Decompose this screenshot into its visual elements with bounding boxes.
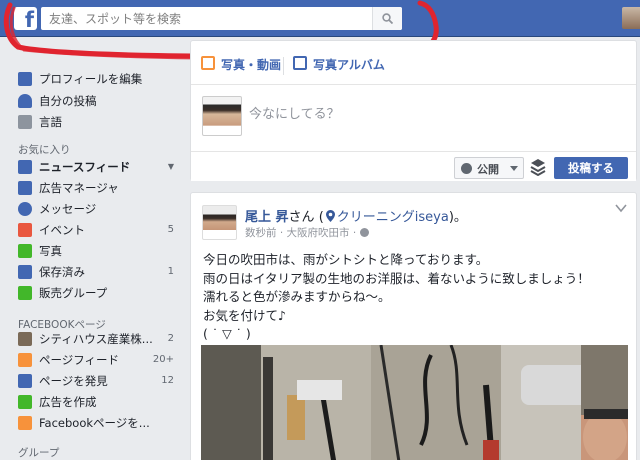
left-sidebar: プロフィールを編集 自分の投稿 言語 お気に入り ニュースフィード ▼ 広告マネ…	[0, 37, 183, 460]
sidebar-item-city-house[interactable]: シティハウス産業株... 2	[18, 329, 178, 349]
album-icon	[293, 56, 307, 70]
sidebar-item-label: ページを発見	[39, 374, 108, 388]
author-honorific: さん	[288, 210, 315, 225]
top-navigation-bar: f	[0, 0, 640, 37]
sidebar-item-label: ページフィード	[39, 353, 120, 367]
sidebar-item-create-page[interactable]: Facebookページを...	[18, 413, 178, 433]
sidebar-item-label: 写真	[39, 244, 62, 258]
sidebar-item-saved[interactable]: 保存済み 1	[18, 262, 178, 282]
sidebar-item-label: 言語	[39, 115, 62, 129]
author-line-suffix: 。	[453, 210, 467, 225]
bookmark-icon	[18, 265, 32, 279]
sidebar-item-label: シティハウス産業株...	[39, 332, 153, 346]
search-icon	[382, 13, 393, 24]
calendar-icon	[18, 223, 32, 237]
author-avatar[interactable]	[202, 205, 237, 240]
sidebar-item-label: 保存済み	[39, 265, 85, 279]
post-options-chevron-icon[interactable]	[615, 203, 627, 213]
page-count: 2	[167, 333, 174, 344]
search-box	[41, 7, 402, 30]
photo-scene	[201, 345, 628, 460]
privacy-selector-button[interactable]: 公開	[454, 157, 524, 179]
post-text-line: ( ˙ ▽ ˙ )	[203, 326, 251, 341]
sidebar-item-label: 自分の投稿	[39, 94, 97, 108]
sidebar-item-sale-groups[interactable]: 販売グループ	[18, 283, 178, 303]
tag-icon	[18, 286, 32, 300]
sidebar-item-label: プロフィールを編集	[39, 72, 143, 86]
favorites-heading: お気に入り	[18, 144, 71, 156]
sidebar-item-photos[interactable]: 写真	[18, 241, 178, 261]
sidebar-item-label: イベント	[39, 223, 85, 237]
chevron-down-icon	[510, 166, 518, 171]
thumbs-up-icon	[18, 374, 32, 388]
post-text-line: お気を付けて♪	[203, 307, 286, 323]
sidebar-item-label: メッセージ	[39, 202, 97, 216]
sidebar-item-pages-feed[interactable]: ページフィード 20+	[18, 350, 178, 370]
composer-tabs: 写真・動画 写真アルバム	[191, 41, 636, 85]
sidebar-item-label: 広告を作成	[39, 395, 97, 409]
person-icon	[18, 94, 32, 108]
sidebar-item-events[interactable]: イベント 5	[18, 220, 178, 240]
post-timestamp-location[interactable]: 数秒前 · 大阪府吹田市 ·	[245, 227, 360, 239]
sidebar-item-my-posts[interactable]: 自分の投稿	[18, 91, 178, 111]
sidebar-item-edit-profile[interactable]: プロフィールを編集	[18, 69, 178, 89]
page-icon	[18, 332, 32, 346]
tab-separator	[283, 57, 284, 75]
ads-manager-icon	[18, 181, 32, 195]
place-link[interactable]: クリーニングiseya	[337, 210, 449, 225]
sidebar-item-label: ニュースフィード	[39, 160, 131, 174]
megaphone-icon	[18, 353, 32, 367]
sidebar-item-create-ad[interactable]: 広告を作成	[18, 392, 178, 412]
post-text-line: 濡れると色が滲みますからね〜。	[203, 289, 391, 304]
sidebar-item-label: 販売グループ	[39, 286, 108, 300]
pages-feed-count: 20+	[152, 354, 174, 365]
sidebar-item-discover-pages[interactable]: ページを発見 12	[18, 371, 178, 391]
more-options-icon[interactable]: ▼	[168, 157, 174, 177]
sidebar-item-language[interactable]: 言語	[18, 112, 178, 132]
composer-footer: 公開 投稿する	[191, 151, 636, 181]
sidebar-item-label: 広告マネージャ	[39, 181, 119, 195]
post-button[interactable]: 投稿する	[554, 157, 628, 179]
profile-avatar[interactable]	[622, 7, 640, 29]
layers-icon[interactable]	[530, 158, 546, 176]
post-composer: 写真・動画 写真アルバム 今なにしてる？ 公開 投稿する	[190, 40, 637, 181]
tab-label: 写真アルバム	[313, 58, 385, 72]
post-meta: 数秒前 · 大阪府吹田市 ·	[245, 225, 369, 240]
feed-post: 尾上 昇さん (クリーニングiseya)。 数秒前 · 大阪府吹田市 · 今日の…	[190, 192, 637, 460]
composer-avatar	[202, 96, 242, 136]
plus-icon	[18, 395, 32, 409]
post-photo[interactable]	[201, 345, 628, 460]
sidebar-item-ads-manager[interactable]: 広告マネージャ	[18, 178, 178, 198]
news-feed-icon	[18, 160, 32, 174]
open-paren: (	[318, 210, 324, 225]
status-input[interactable]: 今なにしてる？	[249, 103, 340, 122]
facebook-logo-icon[interactable]: f	[14, 7, 37, 30]
search-input[interactable]	[41, 7, 371, 30]
discover-count: 12	[161, 375, 174, 386]
sidebar-item-messages[interactable]: メッセージ	[18, 199, 178, 219]
post-body-text: 今日の吹田市は、雨がシトシトと降っております。 雨の日はイタリア製の生地のお洋服…	[203, 251, 628, 344]
photo-video-icon	[201, 56, 215, 70]
location-pin-icon	[325, 210, 335, 222]
author-name-link[interactable]: 尾上 昇	[245, 210, 289, 225]
pencil-icon	[18, 72, 32, 86]
sidebar-item-news-feed[interactable]: ニュースフィード ▼	[18, 157, 178, 177]
messages-icon	[18, 202, 32, 216]
flag-plus-icon	[18, 416, 32, 430]
sidebar-item-label: Facebookページを...	[39, 416, 150, 430]
saved-count: 1	[167, 266, 174, 277]
groups-heading: グループ	[18, 447, 60, 459]
tab-label: 写真・動画	[221, 58, 282, 72]
globe-icon	[461, 163, 472, 174]
privacy-label: 公開	[477, 163, 499, 176]
language-icon	[18, 115, 32, 129]
post-text-line: 雨の日はイタリア製の生地のお洋服は、着ないように致しましょう！	[203, 270, 590, 286]
audience-globe-icon	[359, 228, 369, 237]
post-author-line: 尾上 昇さん (クリーニングiseya)。	[245, 206, 467, 225]
post-text-line: 今日の吹田市は、雨がシトシトと降っております。	[203, 252, 489, 267]
events-count: 5	[167, 224, 174, 235]
search-button[interactable]	[372, 7, 402, 30]
photos-icon	[18, 244, 32, 258]
